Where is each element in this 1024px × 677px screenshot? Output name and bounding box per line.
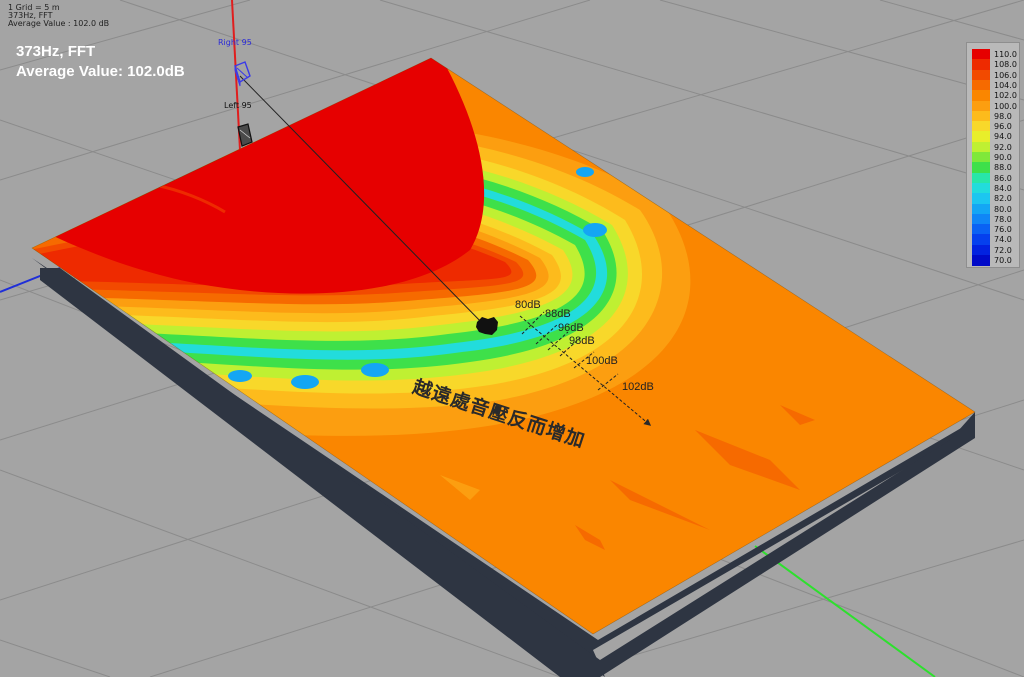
legend-swatch: [972, 213, 990, 225]
average-value-title: Average Value: 102.0dB: [16, 63, 185, 80]
legend-swatch: [972, 131, 990, 143]
legend-label: 100.0: [994, 101, 1017, 111]
legend-swatch: [972, 193, 990, 205]
legend-label: 104.0: [994, 80, 1017, 90]
legend-label: 94.0: [994, 132, 1012, 142]
legend-label: 108.0: [994, 60, 1017, 70]
legend-row: 86.0: [967, 172, 1021, 184]
spl-3d-viewport[interactable]: 1 Grid = 5 m 373Hz, FFT Average Value : …: [0, 0, 1024, 677]
legend-label: 82.0: [994, 194, 1012, 204]
legend-swatch: [972, 121, 990, 132]
legend-swatch: [972, 255, 990, 266]
legend-row: 108.0: [967, 59, 1021, 71]
legend-swatch: [972, 49, 990, 60]
legend-swatch: [972, 79, 990, 91]
legend-row: 110.0: [967, 49, 1021, 60]
legend-row: 76.0: [967, 224, 1021, 235]
db-label-96: 96dB: [558, 322, 584, 334]
legend-swatch: [972, 234, 990, 246]
legend-row: 90.0: [967, 152, 1021, 163]
legend-label: 110.0: [994, 50, 1017, 59]
right-speaker-label: Right 95: [218, 38, 252, 47]
legend-swatch: [972, 224, 990, 235]
legend-label: 86.0: [994, 173, 1012, 183]
legend-label: 98.0: [994, 111, 1012, 121]
legend-row: 100.0: [967, 100, 1021, 112]
color-legend: 110.0 108.0 106.0 104.0 102.0 100.0 98.0 96.0 94…: [966, 42, 1020, 268]
legend-row: 96.0: [967, 121, 1021, 132]
db-label-80: 80dB: [515, 299, 541, 311]
legend-row: 104.0: [967, 79, 1021, 91]
legend-row: 88.0: [967, 162, 1021, 174]
average-small-text: Average Value : 102.0 dB: [8, 19, 110, 28]
legend-label: 76.0: [994, 225, 1012, 235]
legend-row: 70.0: [967, 255, 1021, 266]
legend-row: 102.0: [967, 90, 1021, 102]
legend-label: 74.0: [994, 235, 1012, 245]
legend-swatch: [972, 69, 990, 81]
frequency-title: 373Hz, FFT: [16, 43, 96, 60]
legend-row: 98.0: [967, 110, 1021, 122]
legend-row: 94.0: [967, 131, 1021, 143]
legend-label: 90.0: [994, 153, 1012, 162]
db-label-88: 88dB: [545, 308, 571, 320]
legend-swatch: [972, 244, 990, 256]
legend-row: 74.0: [967, 234, 1021, 246]
db-label-98: 98dB: [569, 335, 595, 347]
legend-label: 72.0: [994, 245, 1012, 255]
legend-swatch: [972, 172, 990, 184]
legend-swatch: [972, 110, 990, 122]
legend-swatch: [972, 100, 990, 112]
legend-label: 106.0: [994, 70, 1017, 80]
legend-swatch: [972, 182, 990, 194]
legend-label: 80.0: [994, 204, 1012, 214]
legend-row: 82.0: [967, 193, 1021, 205]
legend-swatch: [972, 141, 990, 153]
legend-label: 84.0: [994, 183, 1012, 193]
legend-row: 80.0: [967, 203, 1021, 215]
legend-label: 78.0: [994, 214, 1012, 224]
db-label-102: 102dB: [622, 381, 654, 393]
left-speaker-label: Left 95: [224, 101, 252, 110]
db-label-100: 100dB: [586, 355, 618, 367]
legend-swatch: [972, 203, 990, 215]
scene-canvas[interactable]: [0, 0, 1024, 677]
view-info: 1 Grid = 5 m 373Hz, FFT Average Value : …: [8, 4, 109, 28]
legend-swatch: [972, 162, 990, 174]
legend-row: 72.0: [967, 244, 1021, 256]
legend-row: 92.0: [967, 141, 1021, 153]
legend-label: 70.0: [994, 256, 1012, 265]
legend-swatch: [972, 152, 990, 163]
legend-row: 106.0: [967, 69, 1021, 81]
legend-label: 88.0: [994, 163, 1012, 173]
legend-row: 84.0: [967, 182, 1021, 194]
legend-label: 102.0: [994, 91, 1017, 101]
legend-swatch: [972, 59, 990, 71]
legend-label: 96.0: [994, 122, 1012, 132]
legend-row: 78.0: [967, 213, 1021, 225]
legend-label: 92.0: [994, 142, 1012, 152]
headline-overlay: 373Hz, FFT Average Value: 102.0dB: [16, 42, 185, 82]
legend-swatch: [972, 90, 990, 102]
